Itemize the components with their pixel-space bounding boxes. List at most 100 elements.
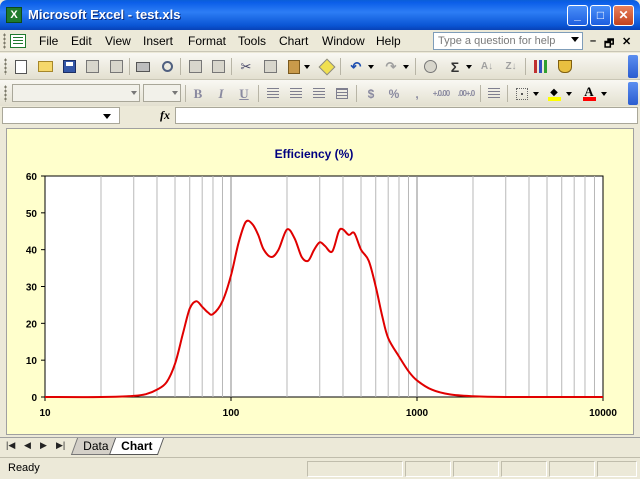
menu-window[interactable]: Window <box>322 34 365 48</box>
chart-area[interactable]: Efficiency (%) 0 10 20 30 40 50 60 10 100 1000 10… <box>6 128 634 435</box>
undo-button[interactable]: ↶ <box>347 58 365 75</box>
close-button[interactable]: ✕ <box>613 5 634 26</box>
menu-edit[interactable]: Edit <box>71 34 92 48</box>
x-tick-label: 10000 <box>589 408 617 419</box>
menu-tools[interactable]: Tools <box>238 34 266 48</box>
toolbar-options-chevron-icon[interactable] <box>628 55 638 78</box>
y-tick-label: 40 <box>26 246 38 257</box>
clipboard-paste-icon <box>288 59 300 74</box>
insert-function-icon[interactable]: fx <box>160 108 170 123</box>
font-color-dropdown[interactable] <box>599 85 609 102</box>
prev-sheet-button[interactable]: ◀ <box>24 440 31 451</box>
font-name-combo[interactable] <box>12 84 140 102</box>
indent-button[interactable] <box>485 85 503 102</box>
hyperlink-button[interactable] <box>421 58 439 75</box>
doc-minimize-button[interactable]: – <box>590 35 596 47</box>
sort-ascending-button[interactable]: A↓ <box>478 58 496 75</box>
print-preview-button[interactable] <box>158 58 176 75</box>
chevron-down-icon <box>601 91 607 96</box>
menu-grip-icon[interactable] <box>3 33 6 49</box>
ask-question-input[interactable]: Type a question for help <box>433 32 583 50</box>
bold-button[interactable]: B <box>189 85 207 102</box>
borders-dropdown[interactable] <box>531 85 541 102</box>
menu-help[interactable]: Help <box>376 34 401 48</box>
paste-dropdown[interactable] <box>302 58 312 75</box>
toolbar-separator <box>356 85 357 102</box>
currency-button[interactable]: $ <box>362 85 380 102</box>
merge-center-button[interactable] <box>333 85 351 102</box>
chevron-down-icon[interactable] <box>103 114 111 119</box>
research-button[interactable] <box>209 58 227 75</box>
drawing-button[interactable] <box>556 58 574 75</box>
align-center-button[interactable] <box>287 85 305 102</box>
chevron-down-icon <box>533 91 539 96</box>
autosum-button[interactable]: Σ <box>446 58 464 75</box>
comma-button[interactable]: , <box>408 85 426 102</box>
copy-icon <box>263 60 277 73</box>
tab-chart[interactable]: Chart <box>108 438 165 455</box>
last-sheet-button[interactable]: ▶| <box>56 440 65 451</box>
save-disk-icon <box>62 60 76 73</box>
minimize-button[interactable]: _ <box>567 5 588 26</box>
open-button[interactable] <box>36 58 54 75</box>
align-right-button[interactable] <box>310 85 328 102</box>
ask-question-dropdown-icon[interactable] <box>571 37 579 42</box>
cut-button[interactable]: ✂ <box>237 58 255 75</box>
toolbar-grip-icon[interactable] <box>4 58 7 75</box>
paste-button[interactable] <box>285 58 303 75</box>
workbook-icon[interactable] <box>10 34 26 48</box>
menu-file[interactable]: File <box>39 34 58 48</box>
excel-app-icon[interactable]: X <box>6 7 22 23</box>
toolbar-separator <box>129 58 130 75</box>
redo-dropdown[interactable] <box>401 58 411 75</box>
italic-button[interactable]: I <box>212 85 230 102</box>
borders-button[interactable] <box>513 85 531 102</box>
menu-insert[interactable]: Insert <box>143 34 173 48</box>
font-size-combo[interactable] <box>143 84 181 102</box>
increase-decimal-button[interactable]: +.0.00 <box>430 85 452 102</box>
new-button[interactable] <box>12 58 30 75</box>
undo-dropdown[interactable] <box>366 58 376 75</box>
percent-button[interactable]: % <box>385 85 403 102</box>
formula-input[interactable] <box>175 107 638 124</box>
save-button[interactable] <box>60 58 78 75</box>
copy-button[interactable] <box>261 58 279 75</box>
menu-format[interactable]: Format <box>188 34 226 48</box>
decrease-decimal-button[interactable]: .00+.0 <box>455 85 477 102</box>
align-left-button[interactable] <box>264 85 282 102</box>
y-tick-label: 0 <box>31 393 37 404</box>
permission-icon <box>85 60 99 73</box>
menu-view[interactable]: View <box>105 34 131 48</box>
formatting-toolbar: B I U $ % , +.0.00 .00+.0 ◆ A <box>0 80 640 107</box>
print-button[interactable] <box>134 58 152 75</box>
status-panel <box>405 461 451 477</box>
tab-data-label: Data <box>83 439 109 453</box>
doc-restore-button[interactable]: 🗗 <box>604 35 614 54</box>
plot-area[interactable] <box>44 175 604 398</box>
underline-button[interactable]: U <box>235 85 253 102</box>
email-button[interactable] <box>107 58 125 75</box>
spelling-button[interactable] <box>186 58 204 75</box>
autosum-dropdown[interactable] <box>464 58 474 75</box>
font-color-icon: A <box>582 84 596 101</box>
fill-color-button[interactable]: ◆ <box>545 85 563 102</box>
chart-wizard-button[interactable] <box>532 58 550 75</box>
first-sheet-button[interactable]: |◀ <box>6 440 15 451</box>
toolbar-grip-icon[interactable] <box>4 85 7 102</box>
font-color-button[interactable]: A <box>580 85 598 102</box>
redo-button[interactable]: ↷ <box>382 58 400 75</box>
doc-close-button[interactable]: ✕ <box>622 35 631 48</box>
format-painter-button[interactable] <box>318 58 336 75</box>
permission-button[interactable] <box>83 58 101 75</box>
title-bar[interactable]: X Microsoft Excel - test.xls _ □ ✕ <box>0 0 640 30</box>
fill-color-dropdown[interactable] <box>564 85 574 102</box>
maximize-button[interactable]: □ <box>590 5 611 26</box>
efficiency-chart[interactable]: Efficiency (%) 0102030405060 10 100 1000 10… <box>7 129 633 434</box>
next-sheet-button[interactable]: ▶ <box>40 440 47 451</box>
sort-descending-button[interactable]: Z↓ <box>502 58 520 75</box>
toolbar-options-chevron-icon[interactable] <box>628 82 638 105</box>
status-panel <box>549 461 595 477</box>
name-box[interactable] <box>2 107 120 124</box>
menu-chart[interactable]: Chart <box>279 34 308 48</box>
chart-title[interactable]: Efficiency (%) <box>275 147 354 161</box>
